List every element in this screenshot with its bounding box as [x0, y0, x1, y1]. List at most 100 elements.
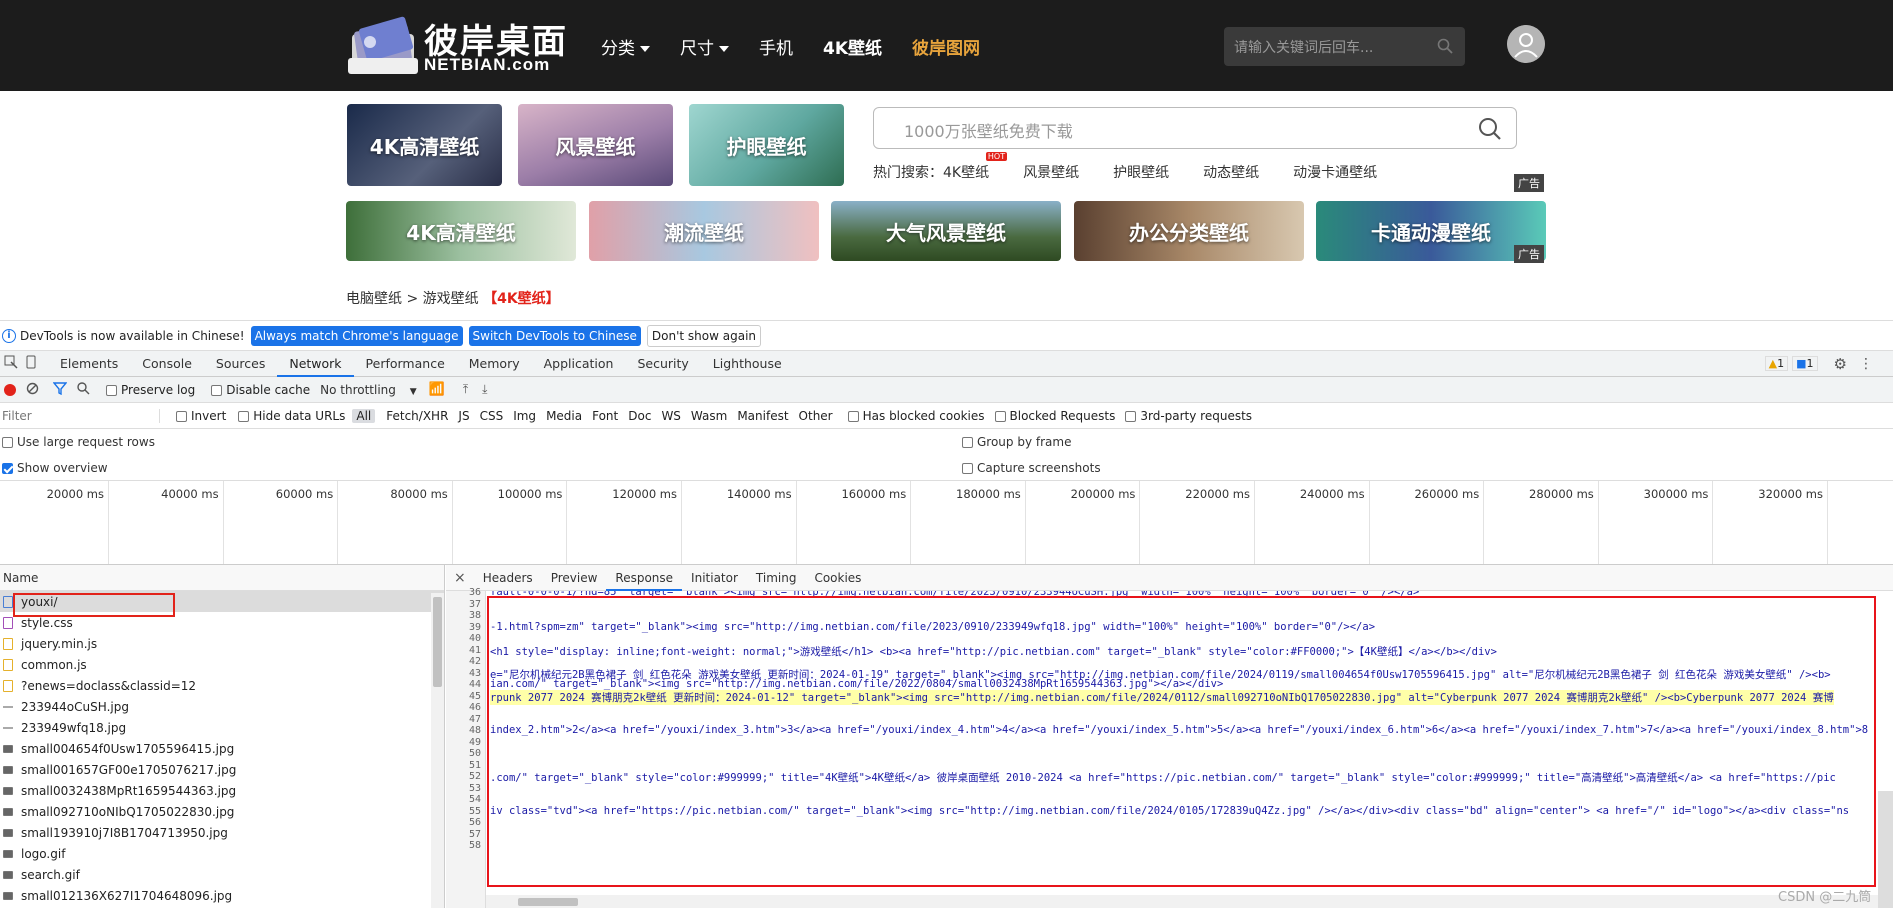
record-icon[interactable]	[4, 383, 16, 396]
search-icon[interactable]	[77, 381, 90, 398]
hot-item[interactable]: 4K壁纸 HOT	[943, 152, 1008, 182]
preserve-log-toggle[interactable]: Preserve log	[106, 383, 195, 397]
banner-trend[interactable]: 潮流壁纸	[589, 201, 819, 261]
large-rows-checkbox[interactable]	[2, 436, 13, 448]
vertical-scrollbar[interactable]	[1878, 791, 1893, 908]
type-filter-other[interactable]: Other	[795, 409, 837, 423]
type-filter-css[interactable]: CSS	[476, 409, 508, 423]
blocked-cookies-toggle[interactable]: Has blocked cookies	[847, 409, 985, 423]
banner-4k[interactable]: 4K高清壁纸	[347, 104, 502, 186]
banner-4k-hd[interactable]: 4K高清壁纸	[346, 201, 576, 261]
banner-grand-landscape[interactable]: 大气风景壁纸	[831, 201, 1061, 261]
request-row[interactable]: small004654f0Usw1705596415.jpg	[0, 738, 444, 759]
warnings-badge[interactable]: ▲1	[1764, 356, 1789, 371]
tab-initiator[interactable]: Initiator	[682, 565, 747, 591]
banner-cartoon[interactable]: 卡通动漫壁纸	[1316, 201, 1546, 261]
tab-headers[interactable]: Headers	[474, 565, 542, 591]
capture-screenshots-checkbox[interactable]	[962, 462, 973, 474]
tab-memory[interactable]: Memory	[457, 351, 532, 377]
scrollbar-thumb[interactable]	[433, 597, 442, 687]
hot-item[interactable]: 护眼壁纸	[1113, 162, 1169, 182]
blocked-requests-checkbox[interactable]	[994, 410, 1006, 422]
disable-cache-toggle[interactable]: Disable cache	[211, 383, 310, 397]
tab-elements[interactable]: Elements	[48, 351, 130, 377]
capture-screenshots-toggle[interactable]: Capture screenshots	[962, 461, 1101, 475]
request-row[interactable]: common.js	[0, 654, 444, 675]
request-row[interactable]: 233944oCuSH.jpg	[0, 696, 444, 717]
match-language-button[interactable]: Always match Chrome's language	[250, 325, 463, 346]
tab-lighthouse[interactable]: Lighthouse	[701, 351, 794, 377]
show-overview-checkbox[interactable]	[2, 462, 13, 474]
more-menu-icon[interactable]: ⋮	[1859, 356, 1873, 372]
type-filter-ws[interactable]: WS	[657, 409, 684, 423]
blocked-cookies-checkbox[interactable]	[847, 410, 859, 422]
type-filter-font[interactable]: Font	[588, 409, 622, 423]
nav-category[interactable]: 分类	[601, 34, 650, 59]
device-toolbar-icon[interactable]	[24, 355, 38, 372]
hot-item[interactable]: 动态壁纸	[1203, 162, 1259, 182]
large-rows-toggle[interactable]: Use large request rows	[2, 435, 155, 449]
tab-application[interactable]: Application	[532, 351, 626, 377]
tab-security[interactable]: Security	[625, 351, 700, 377]
nav-netbian-pic[interactable]: 彼岸图网	[912, 34, 980, 59]
inspect-icon[interactable]	[4, 355, 18, 372]
upload-icon[interactable]: ⤒	[463, 382, 468, 397]
banner-office[interactable]: 办公分类壁纸	[1074, 201, 1304, 261]
nav-size[interactable]: 尺寸	[680, 34, 729, 59]
switch-chinese-button[interactable]: Switch DevTools to Chinese	[468, 325, 641, 346]
banner-eye-care[interactable]: 护眼壁纸	[689, 104, 844, 186]
scrollbar-thumb[interactable]	[518, 898, 578, 906]
request-list-scrollbar[interactable]	[431, 593, 444, 908]
request-row[interactable]: small012136X627I1704648096.jpg	[0, 885, 444, 906]
group-by-frame-toggle[interactable]: Group by frame	[962, 435, 1071, 449]
third-party-checkbox[interactable]	[1125, 410, 1137, 422]
site-search-input[interactable]: 请输入关键词后回车...	[1224, 27, 1465, 66]
site-logo-icon[interactable]	[348, 14, 422, 76]
request-row[interactable]: ?enews=doclass&classid=12	[0, 675, 444, 696]
tab-console[interactable]: Console	[130, 351, 204, 377]
clear-icon[interactable]	[26, 382, 39, 398]
hide-data-urls-toggle[interactable]: Hide data URLs	[238, 409, 345, 423]
filter-icon[interactable]	[52, 381, 68, 398]
tab-timing[interactable]: Timing	[747, 565, 806, 591]
breadcrumb-current[interactable]: 【4K壁纸】	[483, 291, 560, 307]
request-row[interactable]: search.gif	[0, 864, 444, 885]
hide-data-urls-checkbox[interactable]	[238, 410, 250, 422]
throttling-select[interactable]: No throttling ▼	[320, 383, 417, 397]
type-filter-media[interactable]: Media	[542, 409, 586, 423]
type-filter-doc[interactable]: Doc	[624, 409, 655, 423]
show-overview-toggle[interactable]: Show overview	[2, 461, 108, 475]
tab-cookies[interactable]: Cookies	[805, 565, 870, 591]
tab-preview[interactable]: Preview	[542, 565, 607, 591]
avatar[interactable]	[1507, 25, 1545, 63]
name-column-header[interactable]: Name	[0, 565, 444, 591]
search-icon[interactable]	[1437, 38, 1453, 54]
nav-4k[interactable]: 4K壁纸	[823, 34, 882, 59]
horizontal-scrollbar[interactable]	[486, 895, 1886, 908]
type-filter-js[interactable]: JS	[454, 409, 473, 423]
third-party-toggle[interactable]: 3rd-party requests	[1125, 409, 1252, 423]
wifi-icon[interactable]: 📶	[429, 382, 445, 397]
request-row[interactable]: small0032438MpRt1659544363.jpg	[0, 780, 444, 801]
hot-item[interactable]: 动漫卡通壁纸	[1293, 162, 1377, 182]
close-icon[interactable]: ×	[446, 570, 474, 586]
nav-mobile[interactable]: 手机	[759, 34, 793, 59]
request-row[interactable]: 233949wfq18.jpg	[0, 717, 444, 738]
preserve-log-checkbox[interactable]	[106, 384, 117, 396]
big-search-input[interactable]: 1000万张壁纸免费下载	[873, 107, 1517, 149]
type-filter-wasm[interactable]: Wasm	[687, 409, 731, 423]
request-row[interactable]: small001657GF00e1705076217.jpg	[0, 759, 444, 780]
tab-network[interactable]: Network	[277, 351, 354, 377]
tab-response[interactable]: Response	[606, 565, 683, 591]
invert-checkbox[interactable]	[176, 410, 187, 422]
type-filter-all[interactable]: All	[352, 408, 376, 423]
breadcrumb-section[interactable]: 游戏壁纸	[423, 291, 479, 307]
invert-toggle[interactable]: Invert	[176, 409, 226, 423]
messages-badge[interactable]: ■1	[1792, 356, 1818, 371]
disable-cache-checkbox[interactable]	[211, 384, 223, 396]
request-row[interactable]: jquery.min.js	[0, 633, 444, 654]
request-row[interactable]: logo.gif	[0, 843, 444, 864]
type-filter-img[interactable]: Img	[509, 409, 540, 423]
blocked-requests-toggle[interactable]: Blocked Requests	[994, 409, 1115, 423]
gear-icon[interactable]: ⚙	[1834, 355, 1847, 373]
